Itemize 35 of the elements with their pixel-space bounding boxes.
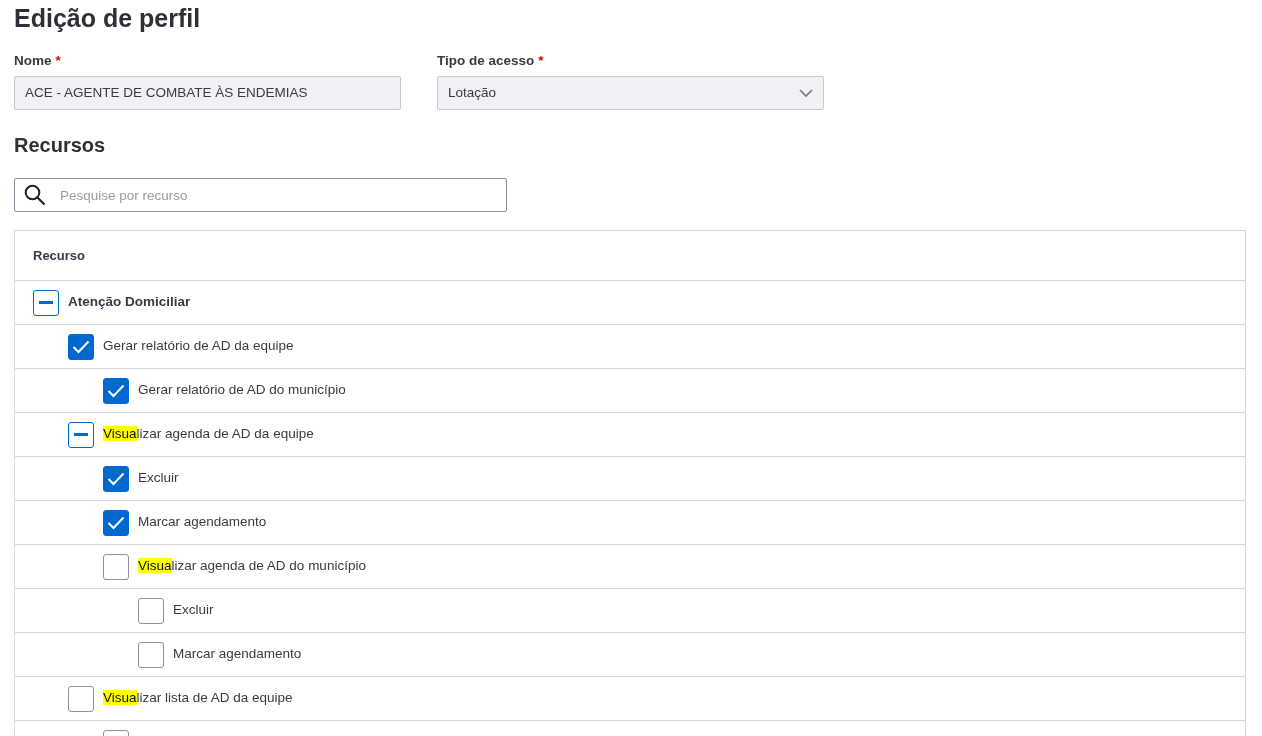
checkbox[interactable] [103,377,129,404]
field-label: Tipo de acesso [437,53,535,69]
minus-icon [74,433,88,436]
column-header: Recurso [33,246,86,265]
checkbox[interactable] [33,289,59,316]
search-icon [24,184,46,206]
checkbox[interactable] [68,685,94,712]
page-title: Edição de perfil [14,3,202,33]
required-mark: * [55,53,61,69]
resource-label: Excluir [173,601,214,620]
checkbox[interactable] [103,553,129,580]
checkbox[interactable] [138,597,164,624]
resource-label: Gerar relatório de AD da equipe [103,337,294,356]
minus-icon [39,301,53,304]
field-label: Nome [14,53,52,69]
section-title: Recursos [14,133,107,158]
checkbox[interactable] [68,421,94,448]
checkbox[interactable] [103,509,129,536]
check-icon [72,339,90,354]
select-field[interactable]: Lotação [437,76,824,110]
check-icon [107,471,125,486]
input-field[interactable]: ACE - AGENTE DE COMBATE ÀS ENDEMIAS [14,76,401,110]
resource-label: Marcar agendamento [138,513,267,532]
chevron-down-icon [799,88,813,98]
checkbox[interactable] [103,465,129,492]
resource-label: Gerar relatório de AD do município [138,381,346,400]
required-mark: * [538,53,544,69]
checkbox[interactable] [68,333,94,360]
resource-label: Excluir [138,469,179,488]
search-field[interactable]: Pesquise por recurso [14,178,507,212]
checkbox[interactable] [138,641,164,668]
check-icon [107,515,125,530]
resource-label: Atenção Domiciliar [68,293,191,312]
resource-label: Marcar agendamento [173,645,302,664]
check-icon [107,383,125,398]
